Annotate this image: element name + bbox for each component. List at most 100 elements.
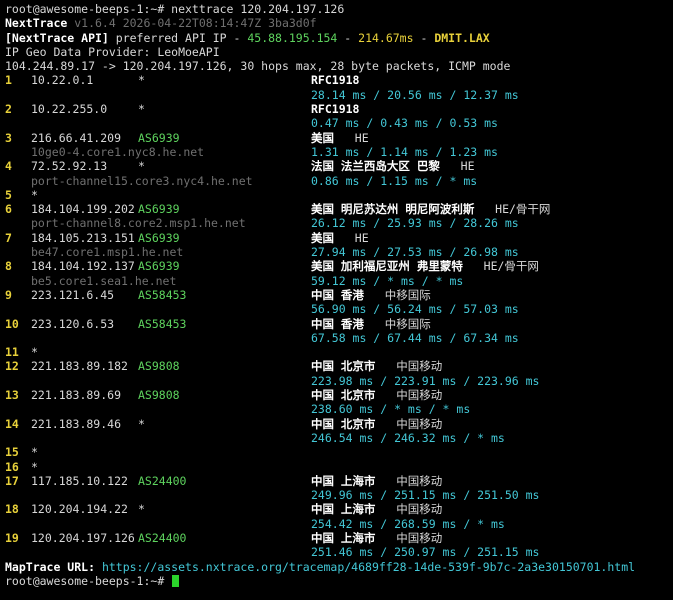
hop-ip: 221.183.89.69 <box>31 388 122 403</box>
trace-info-line: 104.244.89.17 -> 120.204.197.126, 30 hop… <box>5 59 511 74</box>
hop-isp: 中国移动 <box>396 530 443 545</box>
maptrace-link[interactable]: https://assets.nxtrace.org/tracemap/4689… <box>102 560 635 574</box>
hop-ip: 10.22.0.1 <box>31 73 94 88</box>
geo-provider-line: IP Geo Data Provider: LeoMoeAPI <box>5 44 220 59</box>
hop-geo: 中国 上海市 中国移动 <box>311 502 442 516</box>
hop-rtt: 56.90 ms / 56.24 ms / 57.03 ms <box>311 302 519 317</box>
hop-isp: HE/骨干网 <box>495 202 551 217</box>
hop-location: 中国 北京市 <box>311 359 376 374</box>
hop-geo: 法国 法兰西岛大区 巴黎 HE <box>311 159 475 173</box>
hop-ip: 184.104.199.202 <box>31 202 135 217</box>
hop-location: 美国 <box>311 230 334 245</box>
hop-rtt: 28.14 ms / 20.56 ms / 12.37 ms <box>311 87 519 102</box>
version-line: NextTrace v1.6.4 2026-04-22T08:14:47Z 3b… <box>5 16 673 30</box>
hop-location: 中国 上海市 <box>311 530 376 545</box>
hop-geo: 中国 上海市 中国移动 <box>311 531 442 545</box>
hop-geo: RFC1918 <box>311 73 359 87</box>
hop-asn: AS24400 <box>138 473 187 488</box>
hop-number: 7 <box>5 230 12 245</box>
hop-rtt: 1.31 ms / 1.14 ms / 1.23 ms <box>311 144 498 159</box>
brand-name: NextTrace <box>5 16 68 31</box>
api-pop: DMIT.LAX <box>434 30 490 45</box>
hop-detail-row: 67.58 ms / 67.44 ms / 67.34 ms <box>5 331 673 345</box>
hop-asn: AS58453 <box>138 316 187 331</box>
api-line: [NextTrace API] preferred API IP - 45.88… <box>5 30 490 45</box>
hop-ip: 120.204.194.22 <box>31 502 128 517</box>
hop-rtt: 0.47 ms / 0.43 ms / 0.53 ms <box>311 116 498 131</box>
hop-detail-row: 238.60 ms / * ms / * ms <box>5 402 673 416</box>
hop-geo: 美国 HE <box>311 131 369 145</box>
api-latency: 214.67ms <box>358 30 414 45</box>
hop-asn: AS6939 <box>138 202 180 217</box>
hop-detail-row: 28.14 ms / 20.56 ms / 12.37 ms <box>5 88 673 102</box>
hop-number: 17 <box>5 473 19 488</box>
hop-ip: 72.52.92.13 <box>31 159 108 174</box>
hop-number: 3 <box>5 130 12 145</box>
hop-geo: 中国 北京市 中国移动 <box>311 359 442 373</box>
hop-row: 5 * <box>5 188 673 202</box>
hop-rtt: 67.58 ms / 67.44 ms / 67.34 ms <box>311 330 519 345</box>
hop-isp: 中国移动 <box>396 388 443 403</box>
hop-number: 10 <box>5 316 19 331</box>
hop-isp: HE <box>460 159 475 174</box>
hop-number: 4 <box>5 159 12 174</box>
hop-ip: 184.104.192.137 <box>31 259 135 274</box>
hop-rtt: 27.94 ms / 27.53 ms / 26.98 ms <box>311 245 519 260</box>
hop-number: 16 <box>5 459 19 474</box>
hop-number: 19 <box>5 530 19 545</box>
hop-ip: 184.105.213.151 <box>31 230 135 245</box>
hop-isp: 中国移动 <box>396 359 443 374</box>
hop-asn: AS24400 <box>138 530 187 545</box>
hop-asn: * <box>138 73 145 88</box>
hop-ip: 223.121.6.45 <box>31 287 115 302</box>
hop-asn: AS6939 <box>138 230 180 245</box>
hop-rtt: 26.12 ms / 25.93 ms / 28.26 ms <box>311 216 519 231</box>
hop-rtt: 0.86 ms / 1.15 ms / * ms <box>311 173 478 188</box>
hop-geo: 中国 上海市 中国移动 <box>311 474 442 488</box>
hop-number: 12 <box>5 359 19 374</box>
hop-location: 中国 上海市 <box>311 502 376 517</box>
hop-detail-row: 251.46 ms / 250.97 ms / 251.15 ms <box>5 545 673 559</box>
hop-isp: HE/骨干网 <box>483 259 539 274</box>
hop-rtt: 246.54 ms / 246.32 ms / * ms <box>311 430 505 445</box>
prompt-line[interactable]: root@awesome-beeps-1:~# <box>5 574 673 588</box>
terminal-window[interactable]: root@awesome-beeps-1:~# nexttrace 120.20… <box>0 0 673 600</box>
hop-asn: AS58453 <box>138 287 187 302</box>
hop-ip: * <box>31 459 38 474</box>
hop-rtt: 251.46 ms / 250.97 ms / 251.15 ms <box>311 545 540 560</box>
hop-row: 12 221.183.89.182 AS9808 中国 北京市 中国移动 <box>5 359 673 373</box>
shell-prompt: root@awesome-beeps-1:~# <box>5 573 172 588</box>
hop-row: 7 184.105.213.151 AS6939 美国 HE <box>5 231 673 245</box>
maptrace-line: MapTrace URL: https://assets.nxtrace.org… <box>5 560 673 574</box>
hop-row: 15 * <box>5 445 673 459</box>
hop-detail-row: 223.98 ms / 223.91 ms / 223.96 ms <box>5 374 673 388</box>
hop-location: 美国 <box>311 130 334 145</box>
hop-number: 18 <box>5 502 19 517</box>
hop-location: 法国 法兰西岛大区 巴黎 <box>311 159 440 174</box>
hop-number: 6 <box>5 202 12 217</box>
hop-ip: 221.183.89.46 <box>31 416 122 431</box>
hop-ip: 120.204.197.126 <box>31 530 135 545</box>
api-ip: 45.88.195.154 <box>247 30 338 45</box>
hop-geo: 中国 北京市 中国移动 <box>311 417 442 431</box>
hop-location: RFC1918 <box>311 73 360 88</box>
hop-detail-row: 254.42 ms / 268.59 ms / * ms <box>5 517 673 531</box>
hop-number: 9 <box>5 287 12 302</box>
hop-isp: HE <box>354 130 369 145</box>
hop-number: 8 <box>5 259 12 274</box>
hop-detail-row: port-channel15.core3.nyc4.he.net 0.86 ms … <box>5 174 673 188</box>
hop-row: 2 10.22.255.0 * RFC1918 <box>5 102 673 116</box>
hop-location: 中国 香港 <box>311 316 364 331</box>
hop-rtt: 238.60 ms / * ms / * ms <box>311 402 471 417</box>
hop-geo: RFC1918 <box>311 102 359 116</box>
hop-location: RFC1918 <box>311 102 360 117</box>
hop-isp: 中移国际 <box>384 287 431 302</box>
hop-rtt: 59.12 ms / * ms / * ms <box>311 273 464 288</box>
hop-asn: AS9808 <box>138 359 180 374</box>
hop-detail-row: 56.90 ms / 56.24 ms / 57.03 ms <box>5 302 673 316</box>
hop-rdns: be5.core1.sea1.he.net <box>31 273 177 288</box>
hop-isp: HE <box>354 230 369 245</box>
hop-ip: 221.183.89.182 <box>31 359 128 374</box>
hop-rdns: 10ge0-4.core1.nyc8.he.net <box>31 144 205 159</box>
hop-location: 中国 北京市 <box>311 416 376 431</box>
